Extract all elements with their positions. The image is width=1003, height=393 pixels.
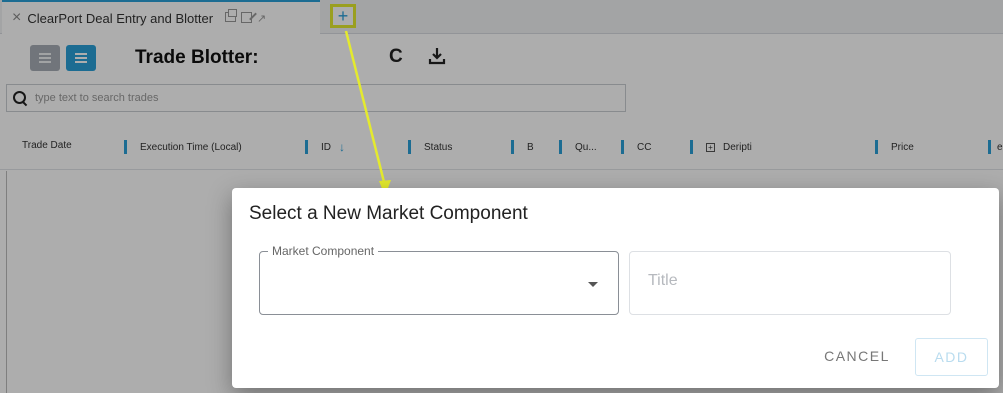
market-component-select[interactable]: Market Component xyxy=(259,244,619,315)
new-market-component-dialog: Select a New Market Component Market Com… xyxy=(232,188,999,388)
title-field[interactable] xyxy=(629,251,951,315)
add-button[interactable]: ADD xyxy=(915,338,988,376)
market-component-label: Market Component xyxy=(268,244,379,258)
dialog-title: Select a New Market Component xyxy=(249,203,528,224)
title-input[interactable] xyxy=(648,272,938,290)
caret-down-icon xyxy=(588,282,598,287)
cancel-button[interactable]: CANCEL xyxy=(812,338,902,374)
